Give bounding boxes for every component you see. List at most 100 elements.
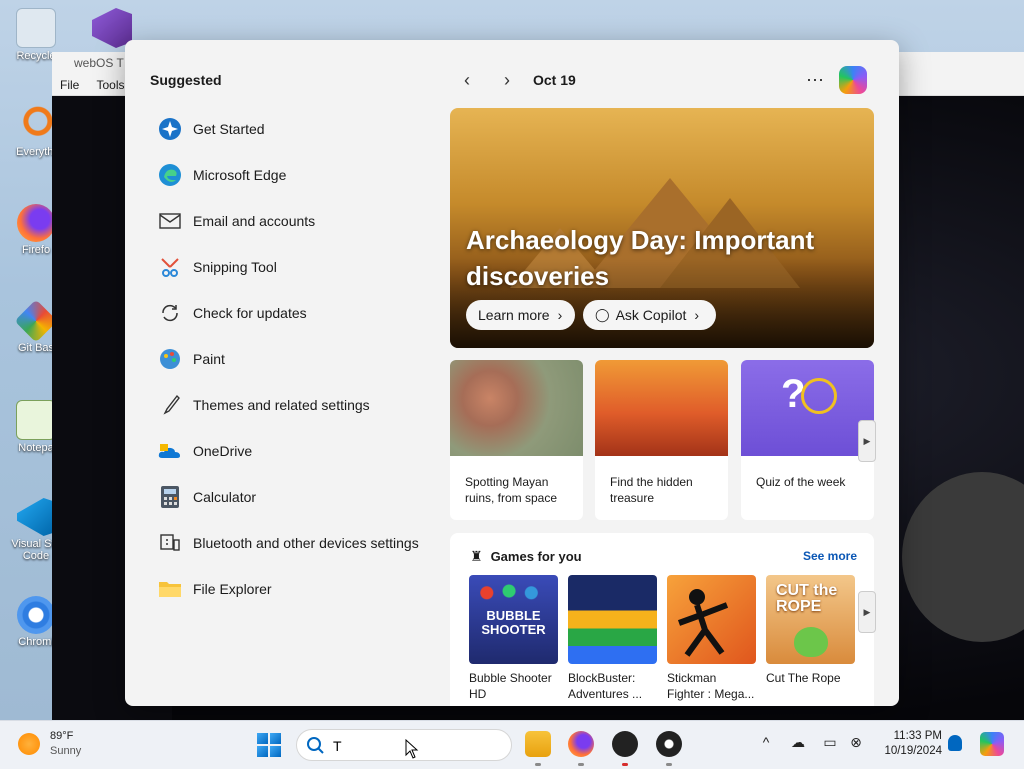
cut-the-rope-art: CUT the ROPE [766,575,855,664]
suggested-list: Get Started Microsoft Edge Email and acc… [157,106,437,612]
game-tile-stickman-fighter[interactable]: Stickman Fighter : Mega... [667,575,756,702]
ask-copilot-button[interactable]: ◯ Ask Copilot › [583,300,716,330]
games-next-button[interactable]: ▶ [858,591,876,633]
notification-bell-icon[interactable] [948,735,962,751]
blockbuster-art [568,575,657,664]
suggested-item-calculator[interactable]: Calculator [157,474,437,520]
windows-logo-tile [257,733,268,744]
quiz-image: ? [741,360,874,456]
menu-file[interactable]: File [60,78,79,92]
clock-date: 10/19/2024 [884,745,942,757]
firefox-taskbar-icon[interactable] [568,731,594,757]
learn-more-label: Learn more [478,307,550,323]
weather-condition: Sunny [50,745,82,757]
temperature: 89°F [50,730,74,742]
weather-text: 89°F Sunny [50,729,81,759]
get-started-icon [157,116,183,142]
suggested-item-label: Get Started [193,121,265,137]
hero-card[interactable]: Archaeology Day: Important discoveries L… [450,108,874,348]
brush-icon [157,392,183,418]
games-title-label: Games for you [490,549,582,564]
clock-time: 11:33 PM [893,730,942,742]
weather-widget[interactable]: 89°F Sunny [18,729,81,759]
suggested-title: Suggested [150,72,222,88]
stickman-fighter-art [667,575,756,664]
copilot-taskbar-icon[interactable] [980,732,1004,756]
copilot-icon[interactable] [839,66,867,94]
suggested-item-microsoft-edge[interactable]: Microsoft Edge [157,152,437,198]
bubble-shooter-art: BUBBLE SHOOTER [469,575,558,664]
suggested-item-label: Calculator [193,489,257,505]
suggested-item-onedrive[interactable]: OneDrive [157,428,437,474]
start-button[interactable] [257,733,281,757]
games-title: ♜ Games for you [470,548,582,565]
ask-copilot-label: Ask Copilot [615,307,687,323]
suggested-item-themes-settings[interactable]: Themes and related settings [157,382,437,428]
suggested-item-label: Microsoft Edge [193,167,287,183]
chevron-right-icon[interactable]: › [495,68,519,92]
suggested-item-check-updates[interactable]: Check for updates [157,290,437,336]
suggested-item-get-started[interactable]: Get Started [157,106,437,152]
desktop-icon-label: Everythi [16,146,56,158]
current-date: Oct 19 [533,72,576,88]
card-text: Spotting Mayan ruins, from space [465,475,558,505]
webos-taskbar-icon[interactable] [612,731,638,757]
treasure-image [595,360,728,456]
obs-taskbar-icon[interactable] [656,731,682,757]
suggested-item-label: Paint [193,351,225,367]
taskbar: 89°F Sunny ^ ☁ ▭ ⊗ 11:33 PM 10/19/2024 [0,720,1024,769]
chat-bubble-icon: ◯ [595,307,610,322]
sun-icon [18,733,40,755]
notepad-icon [16,400,56,440]
game-tile-cut-the-rope[interactable]: CUT the ROPE Cut The Rope [766,575,855,686]
everything-search-icon [17,106,55,144]
suggested-item-label: Bluetooth and other devices settings [193,535,419,551]
onedrive-icon [157,438,183,464]
chevron-left-icon[interactable]: ‹ [455,68,479,92]
mail-icon [157,208,183,234]
see-more-link[interactable]: See more [803,549,857,563]
edge-icon [157,162,183,188]
game-tile-bubble-shooter[interactable]: BUBBLE SHOOTER Bubble Shooter HD [469,575,558,702]
system-clock[interactable]: 11:33 PM 10/19/2024 [872,729,942,759]
firefox-icon [17,204,55,242]
suggested-item-bluetooth-devices[interactable]: Bluetooth and other devices settings [157,520,437,566]
suggested-item-email-accounts[interactable]: Email and accounts [157,198,437,244]
more-options-icon[interactable]: ··· [803,68,827,90]
desktop-icon-label: Notepa [18,442,54,454]
suggested-item-label: Check for updates [193,305,307,321]
chromium-icon [17,596,55,634]
magnifier-icon [801,378,837,414]
suggested-item-label: File Explorer [193,581,272,597]
suggested-item-snipping-tool[interactable]: Snipping Tool [157,244,437,290]
calculator-icon [157,484,183,510]
game-name: BlockBuster: Adventures ... [568,671,643,701]
chevron-up-icon[interactable]: ^ [756,734,776,750]
menu-tools[interactable]: Tools [96,78,124,92]
snipping-tool-icon [157,254,183,280]
chevron-right-icon: › [694,307,700,323]
news-card-mayan[interactable]: Spotting Mayan ruins, from space [450,360,583,520]
running-indicator [535,763,541,766]
suggested-item-file-explorer[interactable]: File Explorer [157,566,437,612]
cloud-offline-icon[interactable]: ☁ [788,734,808,751]
desktop-icon-label: Firefo [21,244,51,256]
cards-next-button[interactable]: ▶ [858,420,876,462]
stickman-figure-icon [677,589,729,657]
taskbar-search[interactable] [296,729,512,761]
learn-more-button[interactable]: Learn more › [466,300,575,330]
game-name: Cut The Rope [766,671,841,685]
news-card-quiz[interactable]: ? Quiz of the week [741,360,874,520]
news-card-treasure[interactable]: Find the hidden treasure [595,360,728,520]
windows-logo-tile [257,746,268,757]
game-name: Stickman Fighter : Mega... [667,671,755,701]
monitor-icon[interactable]: ▭ [820,734,840,751]
file-explorer-taskbar-icon[interactable] [525,731,551,757]
desktop-icon-label: Git Bas [17,342,55,354]
game-tile-blockbuster[interactable]: BlockBuster: Adventures ... [568,575,657,702]
suggested-item-paint[interactable]: Paint [157,336,437,382]
card-text: Find the hidden treasure [610,475,693,505]
vscode-icon [17,498,55,536]
volume-mute-icon[interactable]: ⊗ [846,734,866,751]
start-panel: Suggested Get Started Microsoft Edge Ema… [125,40,899,706]
